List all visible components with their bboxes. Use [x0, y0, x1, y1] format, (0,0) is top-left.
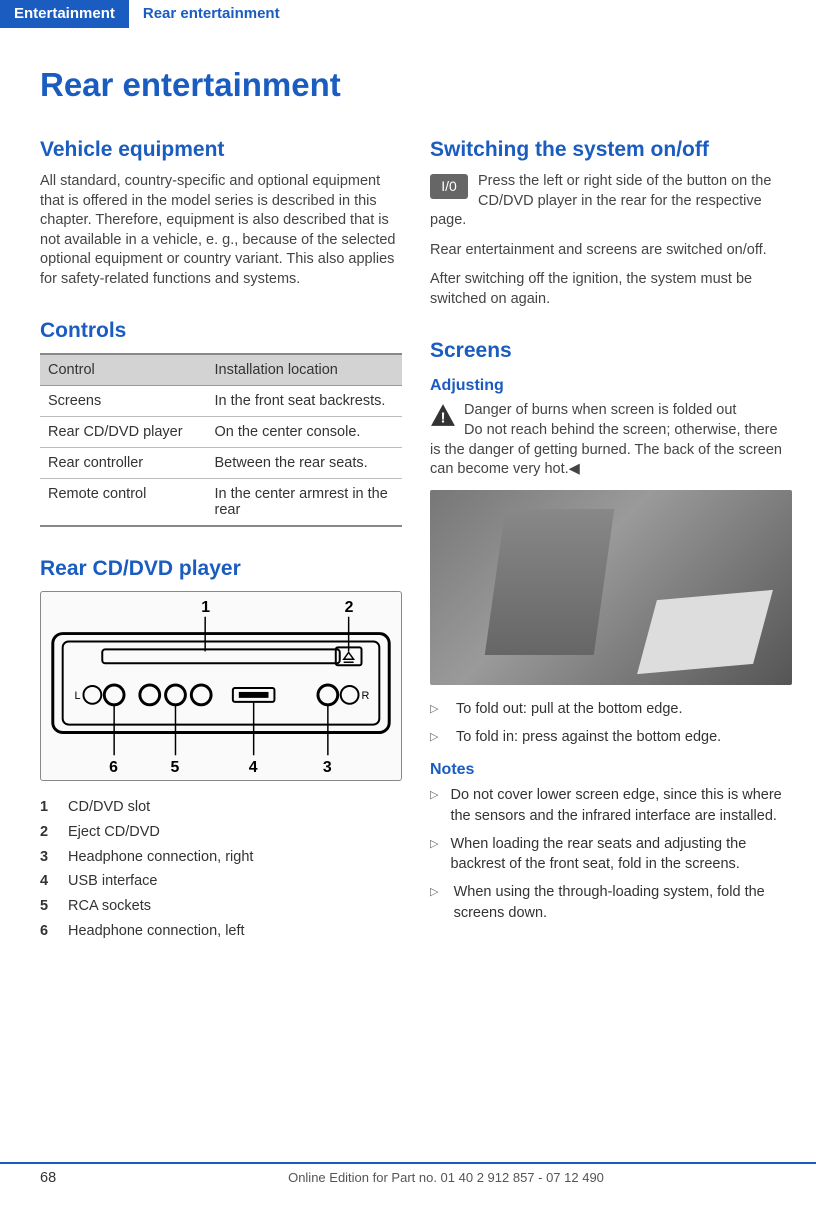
text-switching-1: Press the left or right side of the butt… [430, 173, 771, 228]
diagram-label-5: 5 [171, 759, 180, 776]
triangle-bullet-icon: ▷ [430, 699, 444, 719]
diagram-label-6: 6 [109, 759, 118, 776]
warning-body: Do not reach behind the screen; otherwis… [430, 422, 782, 477]
heading-controls: Controls [40, 319, 402, 343]
heading-rear-player: Rear CD/DVD player [40, 557, 402, 581]
diagram-label-4: 4 [249, 759, 258, 776]
heading-notes: Notes [430, 761, 792, 779]
text-vehicle-equipment: All standard, country-specific and optio… [40, 172, 402, 289]
diagram-label-2: 2 [345, 599, 354, 616]
table-row: Remote control In the center armrest in … [40, 479, 402, 527]
section-rear-player: Rear CD/DVD player 1 2 [40, 557, 402, 943]
page-number: 68 [40, 1170, 100, 1186]
controls-table: Control Installation location Screens In… [40, 353, 402, 527]
screen-photo [430, 490, 792, 685]
svg-text:!: ! [440, 410, 445, 427]
heading-adjusting: Adjusting [430, 377, 792, 395]
warning-title: Danger of burns when screen is folded ou… [464, 402, 736, 418]
triangle-bullet-icon: ▷ [430, 785, 438, 826]
footer-line: Online Edition for Part no. 01 40 2 912 … [100, 1170, 792, 1186]
heading-screens: Screens [430, 339, 792, 363]
heading-switching: Switching the system on/off [430, 138, 792, 162]
table-row: Rear CD/DVD player On the center console… [40, 417, 402, 448]
top-tabs: Entertainment Rear entertainment [0, 0, 816, 28]
table-row: Rear controller Between the rear seats. [40, 448, 402, 479]
page-title: Rear entertainment [40, 66, 792, 104]
table-row: Screens In the front seat backrests. [40, 386, 402, 417]
notes-list: ▷Do not cover lower screen edge, since t… [430, 785, 792, 923]
warning-icon: ! [430, 403, 456, 427]
text-switching-3: After switching off the ignition, the sy… [430, 270, 792, 309]
player-legend: 1CD/DVD slot 2Eject CD/DVD 3Headphone co… [40, 795, 402, 943]
page-footer: 68 Online Edition for Part no. 01 40 2 9… [0, 1162, 816, 1186]
player-diagram: 1 2 [40, 591, 402, 781]
io-button-icon: I/0 [430, 174, 468, 199]
triangle-bullet-icon: ▷ [430, 727, 444, 747]
triangle-bullet-icon: ▷ [430, 834, 438, 875]
th-location: Installation location [207, 354, 402, 386]
section-vehicle-equipment: Vehicle equipment All standard, country-… [40, 138, 402, 289]
section-screens: Screens Adjusting ! Danger of burns when… [430, 339, 792, 923]
heading-vehicle-equipment: Vehicle equipment [40, 138, 402, 162]
fold-list: ▷To fold out: pull at the bottom edge. ▷… [430, 699, 792, 748]
triangle-bullet-icon: ▷ [430, 882, 442, 923]
diagram-label-1: 1 [201, 599, 210, 616]
section-controls: Controls Control Installation location S… [40, 319, 402, 527]
tab-rear-entertainment[interactable]: Rear entertainment [129, 0, 294, 28]
svg-text:L: L [75, 690, 81, 702]
text-switching-2: Rear entertainment and screens are switc… [430, 241, 792, 261]
tab-entertainment[interactable]: Entertainment [0, 0, 129, 28]
diagram-label-3: 3 [323, 759, 332, 776]
svg-text:R: R [362, 690, 370, 702]
th-control: Control [40, 354, 207, 386]
section-switching: Switching the system on/off I/0 Press th… [430, 138, 792, 309]
